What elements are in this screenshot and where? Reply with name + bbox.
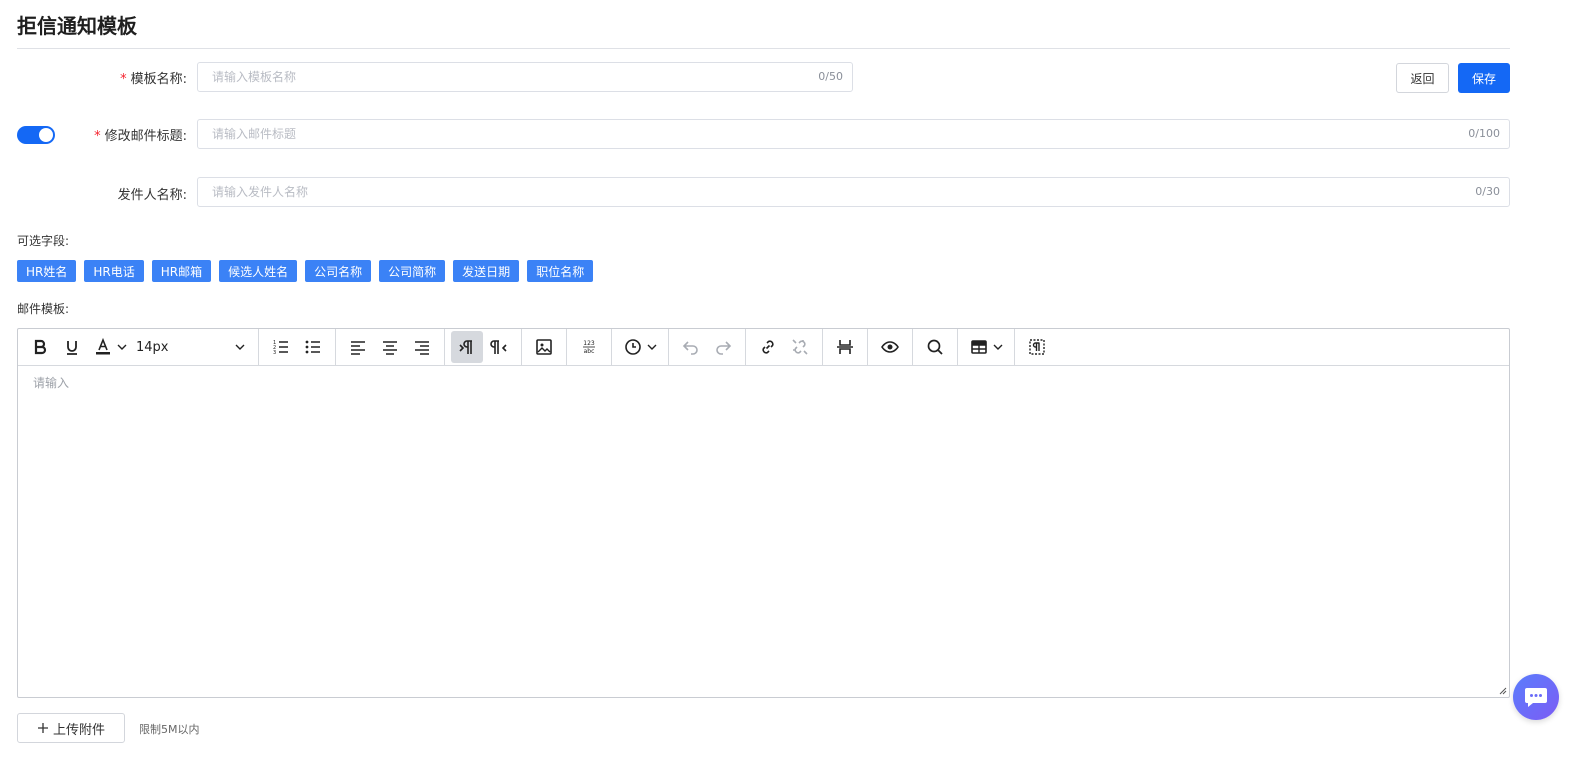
link-icon[interactable] [752,331,784,363]
optional-fields-label: 可选字段: [17,234,70,248]
word-count-icon[interactable]: 123 abc [573,331,605,363]
save-button[interactable]: 保存 [1458,63,1510,93]
ordered-list-icon[interactable]: 123 [265,331,297,363]
font-color-icon[interactable] [88,331,132,363]
align-center-icon[interactable] [374,331,406,363]
email-template-label: 邮件模板: [17,302,70,316]
preview-icon[interactable] [874,331,906,363]
sender-input[interactable] [198,178,1509,206]
toolbar-group-links [746,328,823,366]
svg-text:abc: abc [584,348,595,355]
redo-icon[interactable] [707,331,739,363]
bold-icon[interactable] [24,331,56,363]
toolbar-group-preview [868,328,913,366]
toolbar-group-blocks [1015,329,1059,366]
editor-content-area[interactable]: 请输入 [18,366,1509,399]
sender-counter: 0/30 [1475,185,1500,198]
toolbar-group-lists: 123 [259,328,336,366]
chevron-down-icon [235,344,245,350]
subject-label: * 修改邮件标题: [94,129,187,144]
page-break-icon[interactable] [829,331,861,363]
field-chip[interactable]: 公司简称 [379,260,446,282]
sender-label: 发件人名称: [117,188,187,203]
font-size-select[interactable]: 14px [132,331,252,363]
template-name-label: * 模板名称: [120,72,187,87]
ltr-icon[interactable] [451,331,483,363]
plus-icon [37,723,48,733]
field-chip[interactable]: 公司名称 [305,260,372,282]
subject-field[interactable]: 0/100 [197,119,1510,149]
field-chip[interactable]: HR邮箱 [151,260,212,282]
editor-placeholder: 请输入 [33,376,70,390]
chat-bubble-icon [1525,688,1547,707]
visual-blocks-icon[interactable] [1021,331,1053,363]
toolbar-group-history [669,328,746,366]
field-chip[interactable]: 发送日期 [453,260,520,282]
toolbar-group-image [522,328,567,366]
toolbar-group-format: 14px [18,328,259,366]
underline-icon[interactable] [56,331,88,363]
required-asterisk: * [94,129,101,144]
toolbar-group-direction [445,328,522,366]
editor-toolbar: 14px 123 123 abc [18,328,1509,366]
chat-support-button[interactable] [1513,674,1559,720]
insert-datetime-icon[interactable] [618,331,662,363]
svg-text:3: 3 [273,350,276,356]
sender-field[interactable]: 0/30 [197,177,1510,207]
toolbar-group-datetime [612,328,669,366]
font-size-value: 14px [136,339,169,355]
toolbar-group-align [336,328,445,366]
table-icon[interactable] [964,331,1008,363]
field-chip[interactable]: HR电话 [84,260,144,282]
optional-fields-list: HR姓名 HR电话 HR邮箱 候选人姓名 公司名称 公司简称 发送日期 职位名称 [17,260,594,282]
field-chip[interactable]: HR姓名 [17,260,77,282]
align-left-icon[interactable] [342,331,374,363]
template-name-counter: 0/50 [818,70,843,83]
upload-label: 上传附件 [52,722,105,738]
search-icon[interactable] [919,331,951,363]
toolbar-group-table [958,328,1015,366]
subject-counter: 0/100 [1468,127,1500,140]
upload-attachment-button[interactable]: 上传附件 [17,713,125,743]
svg-text:123: 123 [583,340,595,347]
required-asterisk: * [120,72,127,87]
image-icon[interactable] [528,331,560,363]
field-chip[interactable]: 候选人姓名 [219,260,298,282]
subject-input[interactable] [198,120,1509,148]
template-name-field[interactable]: 0/50 [197,62,853,92]
unlink-icon[interactable] [784,331,816,363]
back-button[interactable]: 返回 [1396,63,1449,93]
upload-size-hint: 限制5M以内 [139,723,200,736]
template-name-input[interactable] [198,63,852,91]
toolbar-group-wordcount: 123 abc [567,328,612,366]
undo-icon[interactable] [675,331,707,363]
resize-handle-icon[interactable] [1497,685,1507,695]
align-right-icon[interactable] [406,331,438,363]
title-divider [17,48,1510,49]
field-chip[interactable]: 职位名称 [527,260,594,282]
toolbar-group-pagebreak [823,328,868,366]
bullet-list-icon[interactable] [297,331,329,363]
rtl-icon[interactable] [483,331,515,363]
rich-text-editor: 14px 123 123 abc 请输入 [17,328,1510,698]
page-title: 拒信通知模板 [17,14,137,38]
toolbar-group-search [913,328,958,366]
